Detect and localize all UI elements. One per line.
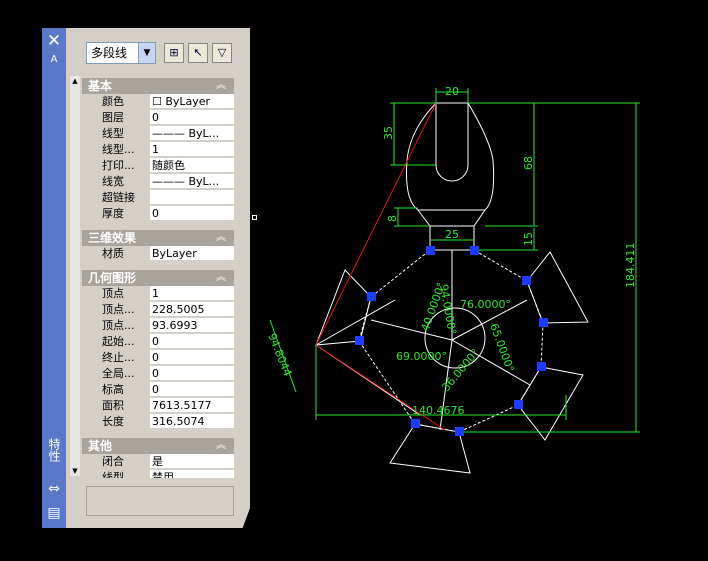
- grip-point[interactable]: [514, 400, 523, 409]
- pendant-collar: [417, 209, 486, 227]
- grip-point[interactable]: [537, 362, 546, 371]
- grip-point[interactable]: [522, 276, 531, 285]
- dim-angle-3: 69.0000°: [396, 350, 447, 363]
- drawing-canvas[interactable]: 20 35 68 8 25 15 184.411 140.4676 94.804…: [0, 0, 708, 561]
- dim-slot-depth: 35: [382, 126, 395, 140]
- dim-neck-width: 25: [445, 228, 459, 241]
- dim-angle-2: 65.0000°: [487, 322, 517, 374]
- highlight-line: [315, 102, 437, 346]
- grip-point[interactable]: [455, 427, 464, 436]
- dim-angle-1: 76.0000°: [460, 298, 511, 311]
- dim-neck-gap: 15: [522, 232, 535, 246]
- dim-bottom-width: 140.4676: [412, 404, 465, 417]
- grip-point[interactable]: [367, 292, 376, 301]
- grip-point[interactable]: [470, 246, 479, 255]
- dim-body-height: 68: [522, 156, 535, 170]
- pendant-slot: [435, 103, 469, 182]
- grip-point[interactable]: [355, 336, 364, 345]
- dim-angle-6: 94.0000°: [437, 283, 459, 335]
- dim-top-width: 20: [445, 85, 459, 98]
- dim-neck-height: 8: [386, 215, 399, 222]
- grip-point[interactable]: [411, 419, 420, 428]
- grip-point[interactable]: [539, 318, 548, 327]
- dim-total-height: 184.411: [624, 243, 637, 289]
- dim-left: 94.8044: [265, 331, 294, 378]
- grip-point[interactable]: [426, 246, 435, 255]
- pendant-body: [406, 102, 495, 211]
